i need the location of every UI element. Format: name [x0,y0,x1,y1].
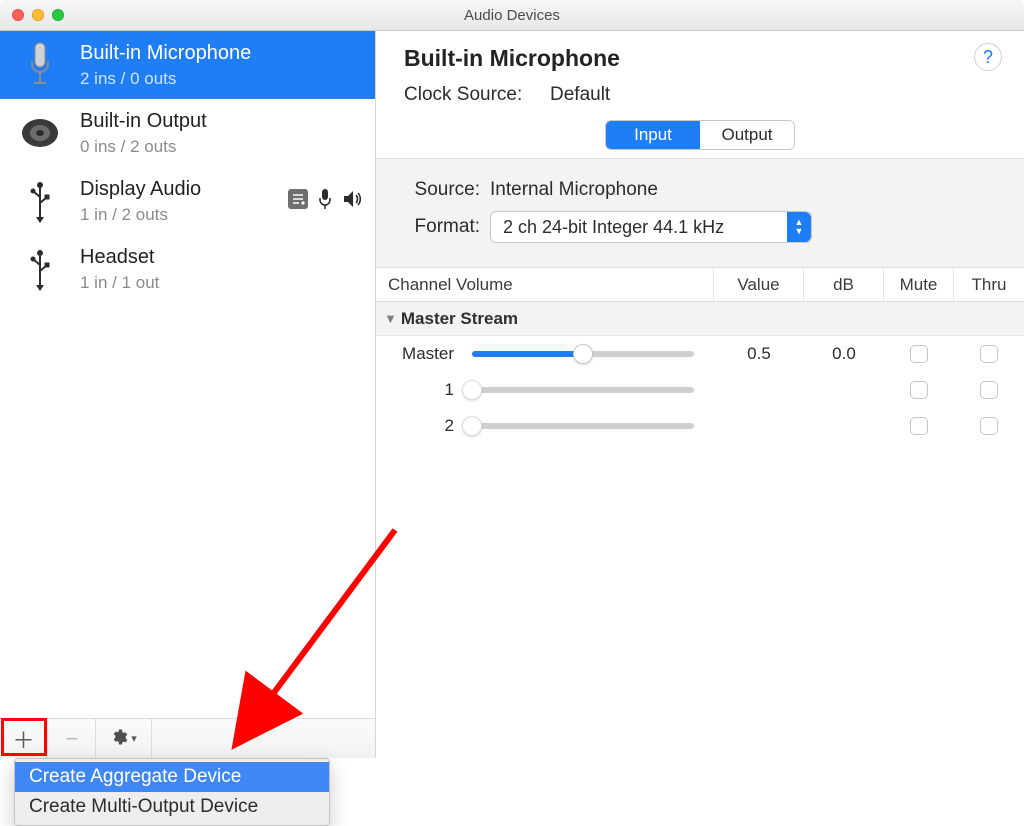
traffic-lights [0,9,64,21]
system-default-icon [287,188,309,215]
channel-row-master: Master 0.5 0.0 [376,336,1024,372]
device-text: Display Audio 1 in / 2 outs [80,177,269,225]
clock-source-label: Clock Source: [404,84,534,106]
window-title: Audio Devices [0,7,1024,24]
col-thru[interactable]: Thru [954,268,1024,301]
mute-checkbox-2[interactable] [910,417,928,435]
thru-checkbox-master[interactable] [980,345,998,363]
col-value[interactable]: Value [714,268,804,301]
device-item-headset[interactable]: Headset 1 in / 1 out [0,235,375,303]
configure-device-button[interactable]: ▾ [96,719,152,758]
channel-label: 2 [376,416,464,436]
close-window-button[interactable] [12,9,24,21]
source-label: Source: [404,179,490,201]
channel-volume-table: Channel Volume Value dB Mute Thru ▼ Mast… [376,268,1024,758]
device-text: Built-in Microphone 2 ins / 0 outs [80,41,363,89]
source-format-block: Source: Internal Microphone Format: 2 ch… [376,158,1024,268]
master-stream-label: Master Stream [401,309,518,329]
channel-label: 1 [376,380,464,400]
device-io: 0 ins / 2 outs [80,136,363,157]
device-item-display-audio[interactable]: Display Audio 1 in / 2 outs [0,167,375,235]
usb-icon [18,247,62,291]
device-detail-panel: Built-in Microphone ? Clock Source: Defa… [376,31,1024,758]
volume-slider-2[interactable] [472,423,694,429]
device-indicators [287,188,363,215]
tab-input[interactable]: Input [606,121,700,149]
device-list[interactable]: Built-in Microphone 2 ins / 0 outs [0,31,375,718]
header-section: Built-in Microphone ? Clock Source: Defa… [376,31,1024,114]
help-button[interactable]: ? [974,43,1002,71]
volume-slider-1[interactable] [472,387,694,393]
minimize-window-button[interactable] [32,9,44,21]
format-value: 2 ch 24-bit Integer 44.1 kHz [503,217,724,238]
device-io: 1 in / 2 outs [80,204,269,225]
stepper-icon: ▲▼ [787,212,811,242]
add-device-button[interactable]: ＋ [0,719,48,758]
input-device-icon [317,188,333,215]
format-label: Format: [404,216,490,238]
menu-create-multi-output-device[interactable]: Create Multi-Output Device [15,792,329,822]
source-value: Internal Microphone [490,179,658,201]
titlebar: Audio Devices [0,0,1024,31]
device-name: Display Audio [80,177,269,202]
device-name: Headset [80,245,363,270]
content-split: Built-in Microphone 2 ins / 0 outs [0,31,1024,758]
device-text: Headset 1 in / 1 out [80,245,363,293]
detail-title: Built-in Microphone [404,45,1002,72]
volume-db: 0.0 [804,344,884,364]
device-io: 1 in / 1 out [80,272,363,293]
clock-source-value: Default [550,84,610,106]
help-icon: ? [983,47,993,68]
master-stream-row[interactable]: ▼ Master Stream [376,302,1024,336]
device-text: Built-in Output 0 ins / 2 outs [80,109,363,157]
device-name: Built-in Output [80,109,363,134]
microphone-icon [18,41,62,89]
device-sidebar: Built-in Microphone 2 ins / 0 outs [0,31,376,758]
mute-checkbox-master[interactable] [910,345,928,363]
device-name: Built-in Microphone [80,41,363,66]
output-device-icon [341,188,363,215]
format-select[interactable]: 2 ch 24-bit Integer 44.1 kHz ▲▼ [490,211,812,243]
io-tabs-row: Input Output [376,114,1024,158]
device-io: 2 ins / 0 outs [80,68,363,89]
volume-value: 0.5 [714,344,804,364]
io-segmented-control[interactable]: Input Output [605,120,795,150]
gear-icon [110,726,128,752]
source-row: Source: Internal Microphone [404,179,1002,201]
zoom-window-button[interactable] [52,9,64,21]
device-item-built-in-microphone[interactable]: Built-in Microphone 2 ins / 0 outs [0,31,375,99]
clock-source-row: Clock Source: Default [404,84,1002,106]
channel-row-2: 2 [376,408,1024,444]
mute-checkbox-1[interactable] [910,381,928,399]
col-mute[interactable]: Mute [884,268,954,301]
tab-output[interactable]: Output [700,121,794,149]
thru-checkbox-1[interactable] [980,381,998,399]
col-db[interactable]: dB [804,268,884,301]
add-device-menu[interactable]: Create Aggregate Device Create Multi-Out… [14,758,330,826]
sidebar-toolbar: ＋ − ▾ [0,718,375,758]
menu-create-aggregate-device[interactable]: Create Aggregate Device [15,762,329,792]
remove-device-button[interactable]: − [48,719,96,758]
usb-icon [18,179,62,223]
format-row: Format: 2 ch 24-bit Integer 44.1 kHz ▲▼ [404,211,1002,243]
disclosure-triangle-icon[interactable]: ▼ [384,311,397,326]
channel-row-1: 1 [376,372,1024,408]
thru-checkbox-2[interactable] [980,417,998,435]
channel-label: Master [376,344,464,364]
speaker-icon [18,111,62,155]
audio-midi-window: Audio Devices Built-in Mi [0,0,1024,760]
volume-slider-master[interactable] [472,351,694,357]
channel-table-header: Channel Volume Value dB Mute Thru [376,268,1024,302]
device-item-built-in-output[interactable]: Built-in Output 0 ins / 2 outs [0,99,375,167]
col-channel[interactable]: Channel Volume [376,268,714,301]
chevron-down-icon: ▾ [131,732,137,745]
